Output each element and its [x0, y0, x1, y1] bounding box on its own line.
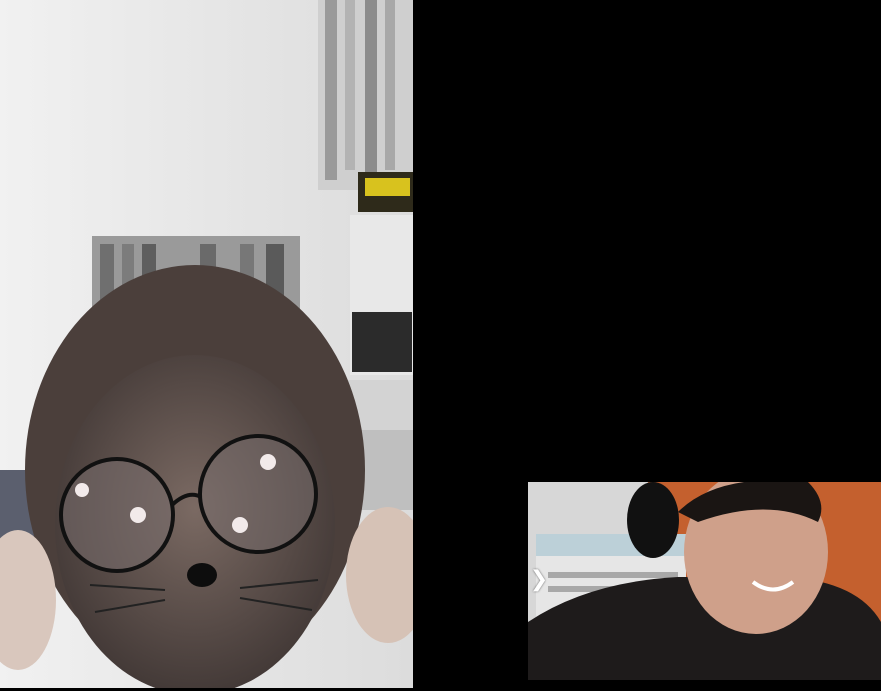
remote-video-feed[interactable] — [0, 0, 413, 688]
remote-video-frame — [0, 0, 413, 688]
self-view-frame — [528, 482, 881, 680]
video-call-stage: ❯ — [0, 0, 881, 691]
self-view-video[interactable] — [528, 482, 881, 680]
chevron-right-icon[interactable]: ❯ — [530, 563, 548, 595]
